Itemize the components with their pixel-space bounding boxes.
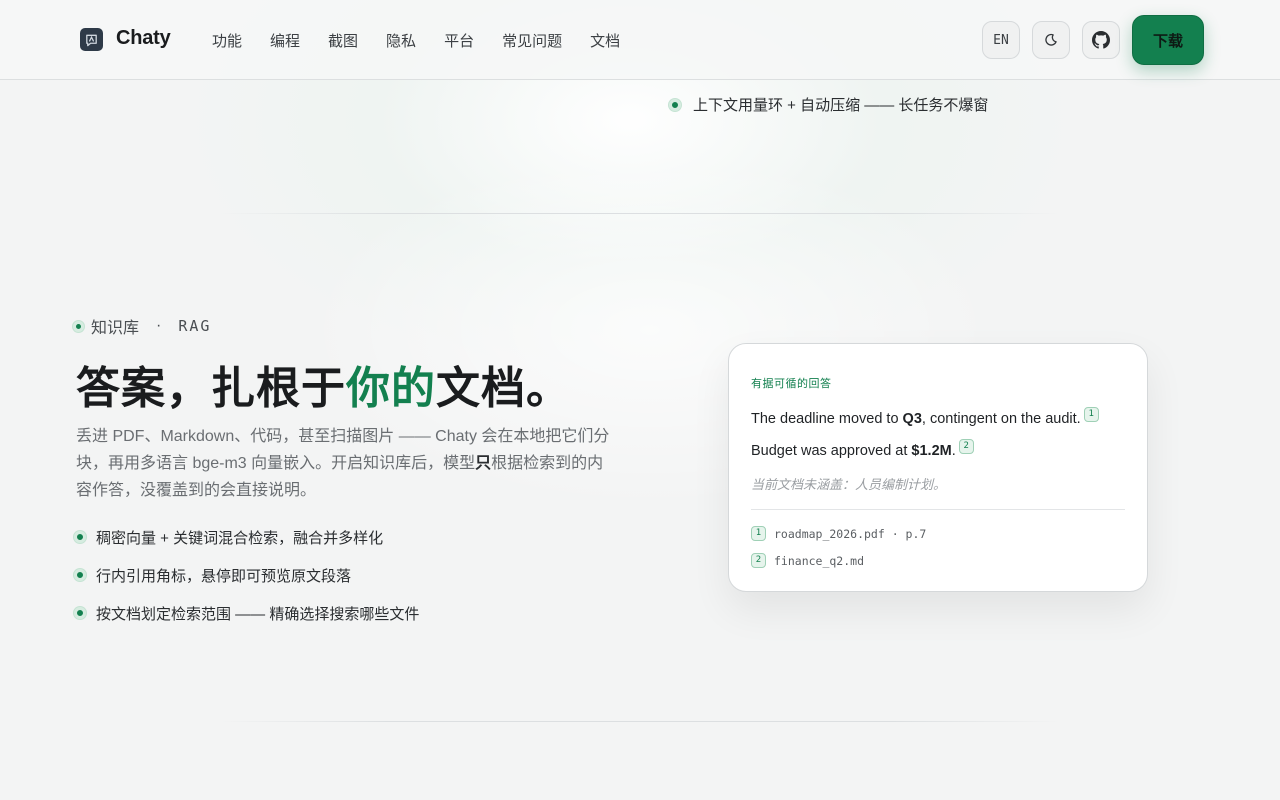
headline-text: 答案，扎根于 [76,364,346,413]
nav-item-screenshot[interactable]: 截图 [328,30,358,51]
source-item[interactable]: 1 roadmap_2026.pdf · p.7 [751,526,926,541]
feature-list: 稠密向量 + 关键词混合检索，融合并多样化 行内引用角标，悬停即可预览原文段落 … [74,527,419,641]
github-icon [1092,31,1110,49]
theme-toggle-button[interactable] [1032,21,1070,59]
grounded-answer-card: 有据可循的回答 The deadline moved to Q3, contin… [728,343,1148,592]
card-label: 有据可循的回答 [751,378,832,390]
feature-text: 行内引用角标，悬停即可预览原文段落 [96,567,352,585]
citation-badge: 1 [751,526,766,541]
citation-badge[interactable]: 1 [1083,407,1099,422]
chaty-logo-icon[interactable] [80,28,103,51]
answer-emphasis: $1.2M [911,443,952,459]
feature-text: 稠密向量 + 关键词混合检索，融合并多样化 [96,529,384,547]
headline-accent: 你的 [346,364,436,413]
list-item: 上下文用量环 + 自动压缩 —— 长任务不爆窗 [669,94,988,115]
answer-text: Budget was approved at [751,443,912,459]
moon-icon [1045,33,1057,46]
feature-text: 按文档划定检索范围 —— 精确选择搜索哪些文件 [96,605,420,623]
answer-line: Budget was approved at $1.2M. 2 [751,439,974,459]
list-item: 按文档划定检索范围 —— 精确选择搜索哪些文件 [74,603,419,623]
brand-name[interactable]: Chaty [116,27,171,50]
citation-badge[interactable]: 2 [958,439,974,454]
coverage-note: 当前文档未涵盖：人员编制计划。 [751,477,947,492]
nav-item-docs[interactable]: 文档 [590,30,620,51]
eyebrow-tag: RAG [178,317,212,335]
bullet-dot-icon [74,531,86,543]
source-item[interactable]: 2 finance_q2.md [751,553,864,568]
source-name: roadmap_2026.pdf · p.7 [774,526,927,541]
nav-item-coding[interactable]: 编程 [270,30,300,51]
headline-text: 文档。 [436,364,571,413]
citation-badge: 2 [751,553,766,568]
github-button[interactable] [1082,21,1120,59]
eyebrow-title: 知识库 [91,320,140,337]
nav-item-faq[interactable]: 常见问题 [502,30,562,51]
eyebrow-separator: · [156,317,162,334]
section-headline: 答案，扎根于你的文档。 [76,352,571,416]
answer-emphasis: Q3 [902,411,922,427]
list-item: 稠密向量 + 关键词混合检索，融合并多样化 [74,527,419,547]
section-divider [220,213,1060,214]
answer-text: The deadline moved to [751,411,903,427]
section-description: 丢进 PDF、Markdown、代码，甚至扫描图片 —— Chaty 会在本地把… [76,423,616,504]
nav-item-platforms[interactable]: 平台 [444,30,474,51]
bullet-dot-icon [73,320,84,332]
nav-item-privacy[interactable]: 隐私 [386,30,416,51]
section-eyebrow: 知识库 · RAG [73,314,211,338]
nav-item-features[interactable]: 功能 [212,30,242,51]
site-header: Chaty 功能 编程 截图 隐私 平台 常见问题 文档 EN 下载 [0,0,1280,80]
main-nav: 功能 编程 截图 隐私 平台 常见问题 文档 [212,30,648,51]
list-item: 行内引用角标，悬停即可预览原文段落 [74,565,419,585]
feature-text: 上下文用量环 + 自动压缩 —— 长任务不爆窗 [693,97,989,114]
download-button[interactable]: 下载 [1132,15,1204,65]
bullet-dot-icon [74,569,86,581]
bullet-dot-icon [74,607,86,619]
source-name: finance_q2.md [774,553,865,568]
description-emphasis: 只 [475,455,492,472]
answer-text: . [951,443,956,459]
language-button[interactable]: EN [982,21,1020,59]
section-divider [220,721,1060,722]
bullet-dot-icon [669,98,681,111]
card-divider [751,509,1125,510]
answer-line: The deadline moved to Q3, contingent on … [751,407,1099,427]
answer-text: , contingent on the audit. [921,411,1081,427]
